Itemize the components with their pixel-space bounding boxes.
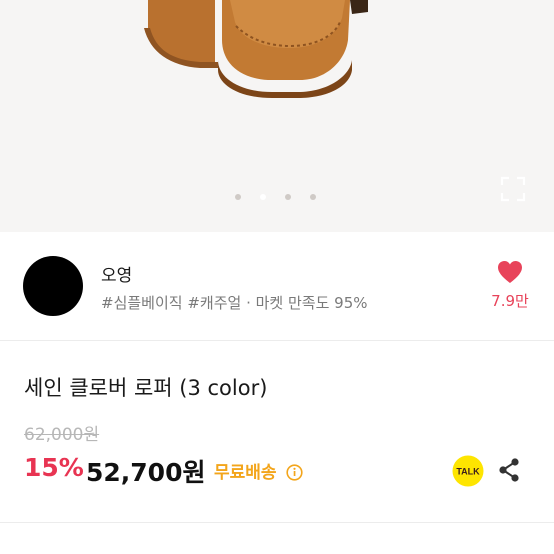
seller-tags: #심플베이직 #캐주얼 · 마켓 만족도 95% [101,294,368,312]
carousel-dot[interactable] [285,194,291,200]
seller-name[interactable]: 오영 [101,261,132,286]
original-price: 62,000원 [24,425,100,445]
carousel-indicator [0,194,554,204]
product-image-carousel[interactable] [0,0,554,232]
seller-avatar[interactable] [23,256,83,316]
talk-label: TALK [456,467,480,477]
seller-info[interactable]: 오영 #심플베이직 #캐주얼 · 마켓 만족도 95% 7.9만 [0,240,554,341]
carousel-dot[interactable] [310,194,316,200]
like-button[interactable]: 7.9만 [486,260,534,311]
carousel-dot-active[interactable] [260,194,266,200]
carousel-dot[interactable] [235,194,241,200]
section-divider [0,522,554,523]
share-icon[interactable] [497,457,521,483]
like-count: 7.9만 [491,292,529,310]
product-title: 세인 클로버 로퍼 (3 color) [24,376,268,400]
discount-rate: 15% [24,453,84,482]
product-info: 세인 클로버 로퍼 (3 color) 62,000원 15% 52,700원 … [0,341,554,521]
free-shipping-label: 무료배송 [214,463,277,483]
kakao-talk-button[interactable]: TALK [452,455,484,487]
heart-icon [498,261,522,283]
expand-icon[interactable] [500,176,526,202]
free-shipping-badge[interactable]: 무료배송 [214,458,304,483]
section-gap [0,232,554,240]
info-icon[interactable] [286,464,304,481]
sale-price: 52,700원 [86,458,206,487]
